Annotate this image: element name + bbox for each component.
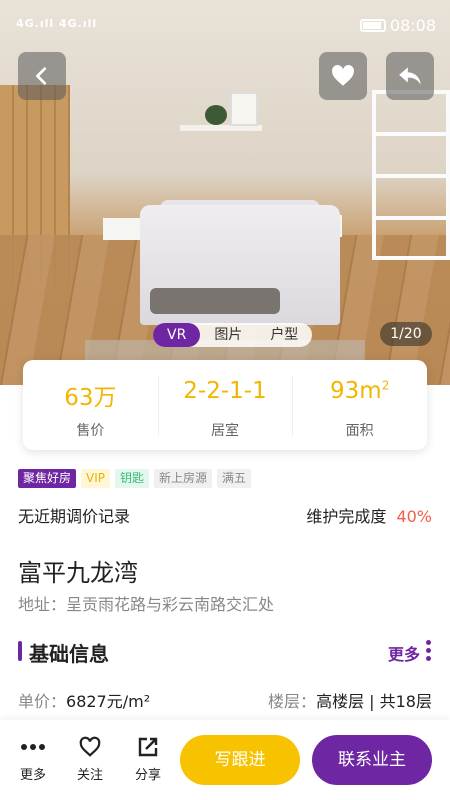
share-action-label: 分享 <box>134 768 161 783</box>
share-action[interactable]: 分享 <box>128 734 168 783</box>
write-followup-button[interactable]: 写跟进 <box>180 735 300 785</box>
maintenance-value: 40% <box>396 507 432 526</box>
area-unit-sup: 2 <box>381 378 390 393</box>
floor-info: 楼层：高楼层 | 共18层 <box>268 688 432 712</box>
tag-vip: VIP <box>81 469 110 488</box>
bookcase <box>372 90 450 260</box>
more-horizontal-icon <box>21 744 45 750</box>
price-value: 63万 <box>64 385 117 411</box>
unit-price-label: 单价： <box>18 692 67 711</box>
shelf-plant <box>205 105 227 125</box>
follow-action[interactable]: 关注 <box>70 734 110 783</box>
heart-icon <box>332 65 354 86</box>
estate-address: 地址：呈贡雨花路与彩云南路交汇处 <box>18 595 275 614</box>
layout-value: 2-2-1-1 <box>183 378 267 404</box>
tag-featured: 聚焦好房 <box>18 469 77 488</box>
photo-counter: 1/20 <box>380 322 432 346</box>
follow-action-label: 关注 <box>76 768 103 783</box>
floor-label: 楼层： <box>268 692 317 711</box>
tag-list: 聚焦好房 VIP 钥匙 新上房源 满五 <box>18 469 252 488</box>
battery-icon <box>360 19 386 32</box>
favorite-button[interactable] <box>319 52 367 100</box>
status-bar: 4G.ıll 4G.ıll 08:08 <box>0 0 450 50</box>
maintenance-label: 维护完成度 <box>306 507 387 526</box>
share-button-top[interactable] <box>386 52 434 100</box>
share-external-icon <box>138 737 158 757</box>
unit-price-value: 6827元/m² <box>66 692 151 711</box>
stat-price: 63万 售价 <box>23 360 158 450</box>
unit-price: 单价：6827元/m² <box>18 688 150 712</box>
heart-outline-icon <box>79 736 101 757</box>
chevron-left-icon <box>36 67 47 85</box>
more-action-label: 更多 <box>19 768 46 783</box>
section-accent-bar <box>18 641 22 661</box>
basic-info-header: 基础信息 更多 <box>18 638 432 666</box>
tag-five-years: 满五 <box>217 469 252 488</box>
tab-vr[interactable]: VR <box>153 323 201 347</box>
contact-owner-button[interactable]: 联系业主 <box>312 735 432 785</box>
floor-value: 高楼层 | 共18层 <box>316 692 432 711</box>
price-maintenance-row: 无近期调价记录 维护完成度 40% <box>18 503 432 527</box>
back-button[interactable] <box>18 52 66 100</box>
section-title: 基础信息 <box>29 642 109 666</box>
more-vertical-icon[interactable] <box>426 640 432 662</box>
estate-name: 富平九龙湾 <box>18 559 138 587</box>
tab-photos[interactable]: 图片 <box>200 323 256 347</box>
tab-floorplan[interactable]: 户型 <box>256 323 312 347</box>
area-value-wrap: 93m2 <box>292 378 427 408</box>
stat-layout: 2-2-1-1 居室 <box>157 360 293 450</box>
clock: 08:08 <box>389 16 436 35</box>
key-stats-card: 63万 售价 2-2-1-1 居室 93m2 面积 <box>23 360 427 450</box>
area-value: 93m <box>330 378 382 404</box>
stat-area: 93m2 面积 <box>292 360 427 450</box>
signal-indicator: 4G.ıll 4G.ıll <box>16 17 98 30</box>
maintenance-progress: 维护完成度 40% <box>306 503 432 527</box>
info-row: 单价：6827元/m² 楼层：高楼层 | 共18层 <box>18 688 432 712</box>
more-action[interactable]: 更多 <box>13 734 53 783</box>
tag-new-listing: 新上房源 <box>154 469 213 488</box>
price-label: 售价 <box>76 423 105 439</box>
tag-key: 钥匙 <box>115 469 150 488</box>
price-history: 无近期调价记录 <box>18 507 131 526</box>
wall-frame <box>230 92 258 126</box>
layout-label: 居室 <box>211 423 239 439</box>
media-tabs: VR 图片 户型 <box>153 323 313 347</box>
more-info-link[interactable]: 更多 <box>388 641 420 665</box>
area-label: 面积 <box>345 423 374 439</box>
bench <box>150 288 280 314</box>
reply-arrow-icon <box>399 67 421 85</box>
